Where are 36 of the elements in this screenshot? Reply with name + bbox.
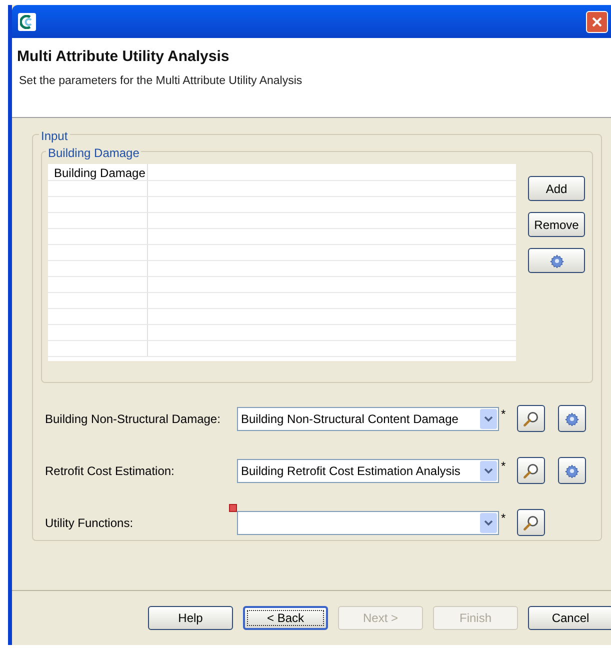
app-logo-icon bbox=[18, 12, 36, 30]
dialog-subtitle: Set the parameters for the Multi Attribute Utility Analysis bbox=[18, 74, 304, 88]
chevron-down-icon bbox=[480, 512, 497, 532]
field-label: Retrofit Cost Estimation: bbox=[45, 462, 176, 480]
search-button[interactable] bbox=[517, 457, 545, 484]
search-icon bbox=[522, 514, 540, 532]
chevron-down-icon bbox=[480, 460, 497, 480]
required-mark: * bbox=[500, 510, 507, 527]
search-icon bbox=[522, 410, 540, 428]
settings-button[interactable] bbox=[528, 248, 585, 273]
settings-button[interactable] bbox=[558, 405, 586, 432]
dialog-button[interactable]: Help bbox=[148, 606, 233, 630]
close-button[interactable] bbox=[586, 10, 608, 32]
dialog-button[interactable]: < Back bbox=[243, 606, 328, 630]
dialog-button[interactable]: Cancel bbox=[528, 606, 611, 630]
dropdown-field[interactable]: Building Non-Structural Content Damage bbox=[237, 406, 499, 430]
search-icon bbox=[522, 462, 540, 480]
dialog-title: Multi Attribute Utility Analysis bbox=[17, 47, 230, 67]
gear-icon bbox=[550, 254, 564, 268]
column-header: Building Damage bbox=[48, 164, 148, 180]
search-button[interactable] bbox=[517, 509, 545, 536]
close-icon bbox=[591, 16, 603, 28]
gear-icon bbox=[565, 464, 579, 478]
search-button[interactable] bbox=[517, 405, 545, 432]
field-label: Building Non-Structural Damage: bbox=[45, 410, 222, 428]
dropdown-field[interactable]: Building Retrofit Cost Estimation Analysis bbox=[237, 458, 499, 482]
error-icon bbox=[229, 504, 237, 512]
gear-icon bbox=[565, 412, 579, 426]
field-label: Utility Functions: bbox=[45, 514, 134, 532]
chevron-down-icon bbox=[480, 408, 497, 428]
required-mark: * bbox=[500, 458, 507, 475]
table-action-button[interactable]: Add bbox=[528, 176, 585, 201]
settings-button[interactable] bbox=[558, 457, 586, 484]
table-action-button[interactable]: Remove bbox=[528, 212, 585, 237]
dropdown-field[interactable] bbox=[237, 510, 499, 534]
required-mark: * bbox=[500, 406, 507, 423]
